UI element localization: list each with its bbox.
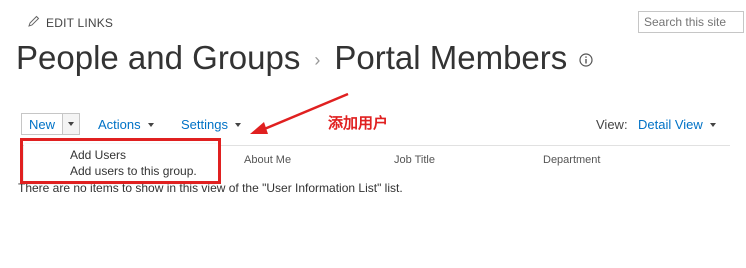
breadcrumb-separator: › [314,49,321,70]
new-dropdown-toggle[interactable] [62,114,80,134]
new-button[interactable]: New [22,114,62,134]
chevron-down-icon [147,122,154,127]
view-selector[interactable]: Detail View [638,117,716,132]
site-title-link[interactable]: People and Groups [16,38,300,78]
page-title: People and Groups › Portal Members [16,38,593,78]
chevron-down-icon [234,122,241,127]
pencil-icon [28,14,40,32]
settings-menu[interactable]: Settings [181,117,241,132]
view-selector-label: Detail View [638,117,703,132]
column-header-department[interactable]: Department [543,154,600,166]
page-title-text: Portal Members [334,39,568,76]
chevron-down-icon [68,122,75,126]
column-header-job-title[interactable]: Job Title [394,154,435,166]
edit-links-label: EDIT LINKS [46,16,114,30]
settings-label: Settings [181,117,228,132]
actions-menu[interactable]: Actions [98,117,154,132]
info-icon[interactable] [579,52,593,72]
column-header-about-me[interactable]: About Me [244,154,291,166]
view-label: View: [596,117,628,132]
search-input[interactable] [638,11,744,33]
new-split-button: New [21,113,81,135]
chevron-down-icon [709,122,716,127]
actions-label: Actions [98,117,141,132]
annotation-highlight-box [20,138,221,184]
annotation-text: 添加用户 [328,114,389,132]
edit-links-button[interactable]: EDIT LINKS [28,14,113,32]
